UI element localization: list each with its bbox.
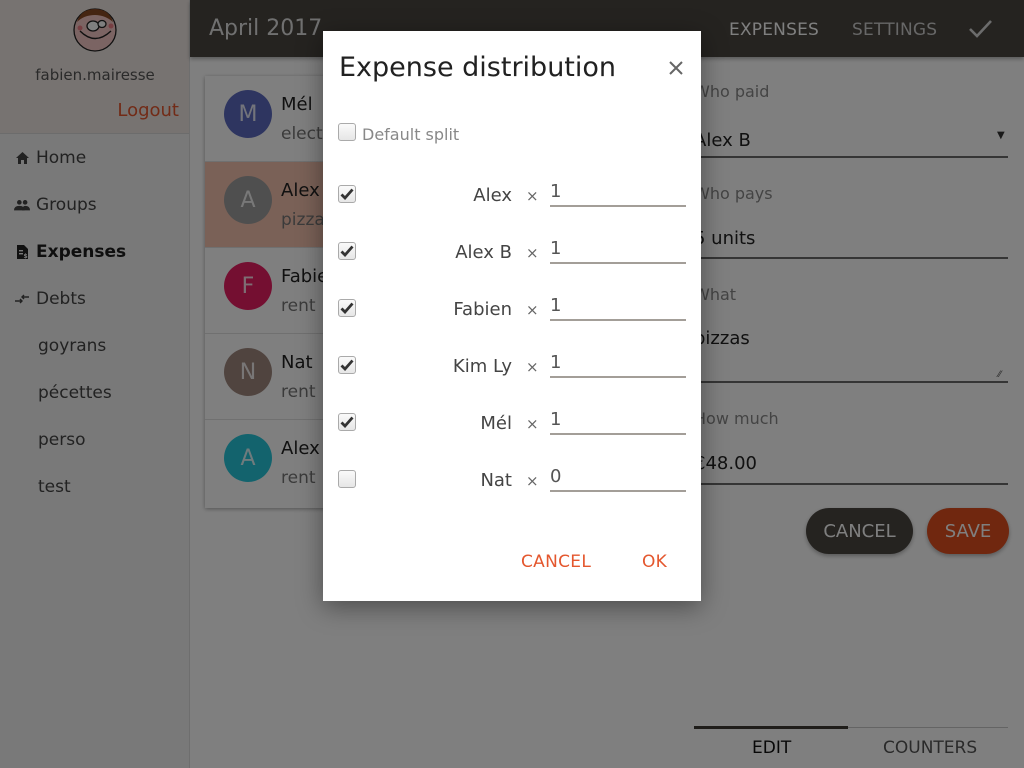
participant-weight-input[interactable] bbox=[550, 348, 686, 378]
participant-checkbox[interactable] bbox=[338, 185, 356, 203]
participant-name: Kim Ly bbox=[452, 356, 512, 377]
default-split-label: Default split bbox=[362, 125, 460, 144]
dialog-cancel-button[interactable]: CANCEL bbox=[521, 552, 591, 572]
participant-checkbox[interactable] bbox=[338, 242, 356, 260]
participant-checkbox[interactable] bbox=[338, 356, 356, 374]
participant-weight-input[interactable] bbox=[550, 405, 686, 435]
ok-button[interactable]: OK bbox=[642, 552, 667, 572]
participant-name: Fabien bbox=[453, 299, 512, 320]
participant-name: Mél bbox=[480, 413, 512, 434]
multiplier-symbol: × bbox=[526, 244, 539, 262]
participant-name: Alex bbox=[473, 185, 512, 206]
participant-checkbox[interactable] bbox=[338, 470, 356, 488]
participant-checkbox[interactable] bbox=[338, 413, 356, 431]
participant-weight-input[interactable] bbox=[550, 291, 686, 321]
check-icon bbox=[340, 416, 354, 428]
multiplier-symbol: × bbox=[526, 415, 539, 433]
participant-name: Alex B bbox=[455, 242, 512, 263]
check-icon bbox=[340, 359, 354, 371]
participant-weight-input[interactable] bbox=[550, 234, 686, 264]
expense-distribution-dialog: Expense distribution Default split Alex ×… bbox=[323, 31, 701, 601]
multiplier-symbol: × bbox=[526, 358, 539, 376]
check-icon bbox=[340, 188, 354, 200]
dialog-title: Expense distribution bbox=[339, 52, 617, 83]
participant-weight-input[interactable] bbox=[550, 462, 686, 492]
check-icon bbox=[340, 245, 354, 257]
check-icon bbox=[340, 302, 354, 314]
participant-checkbox[interactable] bbox=[338, 299, 356, 317]
participant-weight-input[interactable] bbox=[550, 177, 686, 207]
multiplier-symbol: × bbox=[526, 472, 539, 490]
default-split-checkbox[interactable] bbox=[338, 123, 356, 141]
participant-name: Nat bbox=[480, 470, 512, 491]
multiplier-symbol: × bbox=[526, 187, 539, 205]
close-icon[interactable] bbox=[667, 59, 685, 77]
multiplier-symbol: × bbox=[526, 301, 539, 319]
